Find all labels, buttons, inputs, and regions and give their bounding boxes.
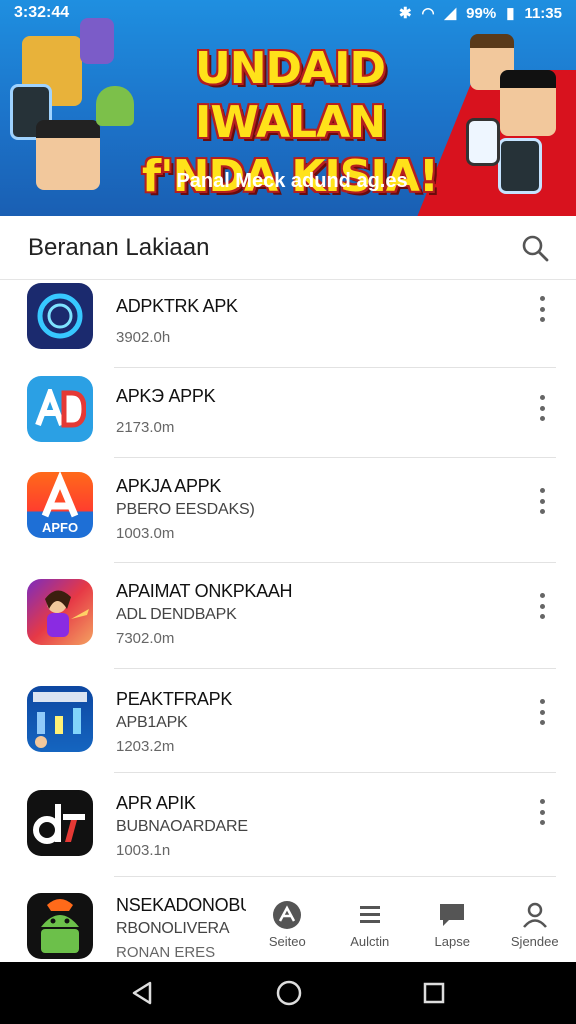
more-options-button[interactable] (536, 593, 548, 619)
android-app-icon (27, 893, 93, 959)
list-icon (359, 906, 380, 923)
home-icon[interactable] (275, 979, 303, 1007)
list-item[interactable]: APKЭ APPK 2173.0m (0, 368, 576, 458)
app-name: NSEKADONOBUB (116, 895, 265, 915)
dt-app-icon (27, 790, 93, 856)
circle-app-icon (27, 283, 93, 349)
search-icon (522, 235, 549, 261)
app-name: APR APIK (116, 793, 196, 813)
section-header: Beranan Lakiaan (0, 216, 576, 280)
mascot-right-icon (500, 70, 556, 136)
search-button[interactable] (520, 233, 550, 263)
card-top-icon (80, 18, 114, 64)
app-size: 1203.2m (116, 738, 175, 755)
app-description: ADL DENDBAPK (116, 606, 237, 623)
ad-app-icon (27, 376, 93, 442)
nav-item-chat[interactable]: Lapse (412, 900, 492, 949)
phone-right-small-icon (466, 118, 500, 166)
signal-icon: ◢ (444, 5, 457, 22)
app-name: ADPKTRK APK (116, 296, 238, 316)
app-size: 7302.0m (116, 630, 175, 647)
back-icon[interactable] (130, 980, 156, 1006)
bottom-navigation: Seiteo Aulctin Lapse Sjendee (246, 892, 576, 962)
more-options-button[interactable] (536, 395, 548, 421)
app-size: 3902.0h (116, 329, 171, 346)
nav-label: Sjendee (510, 934, 559, 949)
apfo-app-icon: APFO (27, 472, 93, 538)
app-description: BUBNAOARDARE (116, 818, 248, 835)
banner-subtitle: Panal Meck adund ag.es (176, 170, 408, 192)
page-title: Beranan Lakiaan (28, 233, 210, 261)
more-options-button[interactable] (536, 296, 548, 322)
nav-item-profile[interactable]: Sjendee (495, 900, 575, 949)
more-options-button[interactable] (536, 488, 548, 514)
blue-game-app-icon (27, 686, 93, 752)
app-name: APAIMAT ONKPKAAH (116, 581, 293, 601)
nav-label: Aulctin (350, 934, 390, 949)
app-size: 1003.1n (116, 842, 171, 859)
app-name: PEAKTFRAPK (116, 689, 233, 709)
mascot-face-icon (36, 120, 100, 190)
bluetooth-icon: ✱ (398, 5, 412, 22)
banner-title-line1: UNDAID IWALAN (194, 43, 386, 148)
list-item[interactable]: APAIMAT ONKPKAAH ADL DENDBAPK 7302.0m (0, 563, 576, 669)
apps-icon (273, 901, 302, 929)
list-item[interactable]: PEAKTFRAPK APB1APK 1203.2m (0, 669, 576, 773)
app-name: APKJA APPK (116, 476, 222, 496)
more-options-button[interactable] (536, 799, 548, 825)
promo-banner[interactable]: 3:32:44 ✱ ◠ ◢ 99% ▮ 11:35 UNDAID IWALAN … (0, 0, 576, 216)
battery-text: 99% (466, 4, 497, 22)
recents-icon[interactable] (422, 981, 446, 1005)
game-app-icon (27, 579, 93, 645)
app-description: RBONOLIVERA (116, 920, 230, 937)
list-item[interactable]: ADPKTRK APK 3902.0h (0, 280, 576, 368)
svg-text:APFO: APFO (42, 520, 78, 535)
app-size: 1003.0m (116, 525, 175, 542)
nav-label: Lapse (434, 934, 470, 949)
nav-item-apps[interactable]: Seiteo (247, 900, 327, 949)
app-size: RONAN ERES (116, 944, 216, 961)
profile-icon (522, 902, 547, 928)
more-options-button[interactable] (536, 699, 548, 725)
app-description: APB1APK (116, 714, 188, 731)
battery-icon: ▮ (506, 5, 515, 22)
status-time-right: 11:35 (524, 4, 562, 22)
nav-label: Seiteo (268, 934, 306, 949)
status-time-left: 3:32:44 (14, 4, 70, 21)
list-item[interactable]: APR APIK BUBNAOARDARE 1003.1n (0, 773, 576, 877)
app-size: 2173.0m (116, 419, 175, 436)
nav-item-list[interactable]: Aulctin (330, 900, 410, 949)
system-nav-bar (0, 962, 576, 1024)
wifi-icon: ◠ (421, 5, 435, 22)
app-name: APKЭ APPK (116, 386, 216, 406)
list-item[interactable]: APFO APKJA APPK PBERO EESDAKS) 1003.0m (0, 458, 576, 563)
phone-right-icon (498, 138, 542, 194)
chat-icon (440, 904, 465, 926)
app-description: PBERO EESDAKS) (116, 501, 255, 518)
